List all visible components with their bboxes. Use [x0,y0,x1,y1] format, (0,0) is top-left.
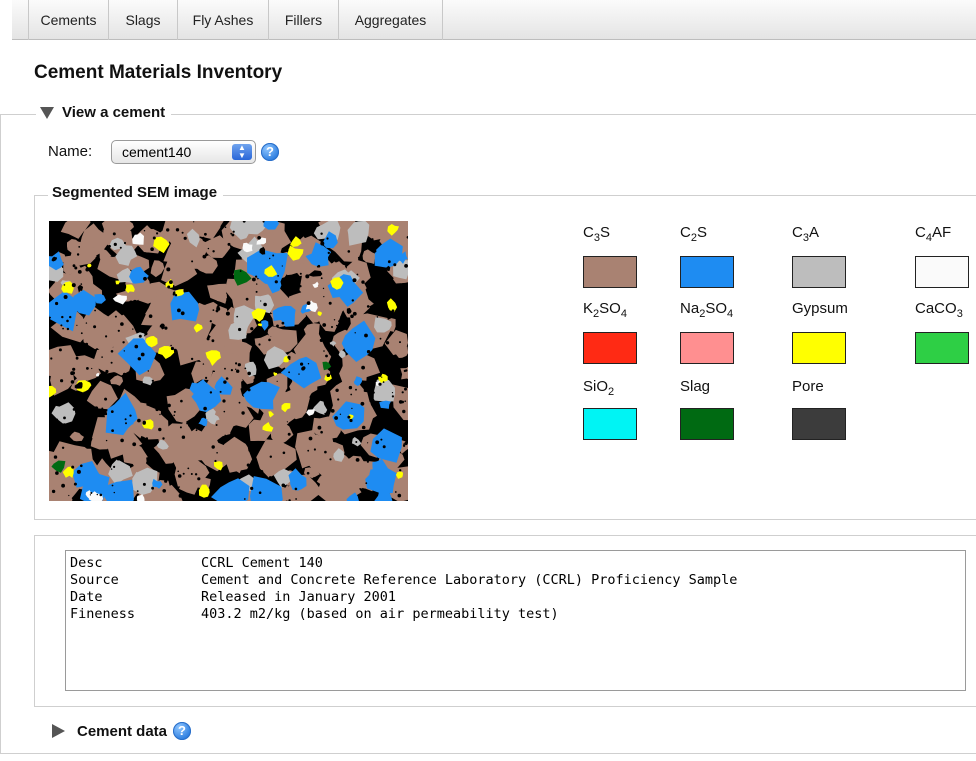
phase-label: Pore [792,378,824,395]
phase-label-part: C [583,224,594,241]
phase-label: C2S [680,224,707,244]
tab-fly-ashes[interactable]: Fly Ashes [178,0,269,40]
cement-data-help-icon[interactable]: ? [173,722,192,740]
sem-image-graphic [49,221,408,501]
desc-value: Cement and Concrete Reference Laboratory… [201,572,738,588]
desc-key: Desc [70,555,103,571]
phase-swatch [915,256,969,288]
phase-label-part: SO [705,300,727,317]
phase-swatch [792,408,846,440]
view-cement-title: View a cement [62,104,166,121]
desc-value: CCRL Cement 140 [201,555,323,571]
cement-select-value: cement140 [122,144,192,160]
phase-label: Gypsum [792,300,848,317]
help-icon[interactable]: ? [261,143,279,161]
phase-label-part: A [808,224,819,241]
phase-label-part: S [696,224,707,241]
tab-slags[interactable]: Slags [109,0,178,40]
phase-label: CaCO3 [915,300,963,320]
view-cement-legend[interactable]: View a cement [36,104,172,121]
phase-label: C3S [583,224,610,244]
phase-label-part: S [599,224,610,241]
phase-swatch [915,332,969,364]
cement-data-toggle[interactable]: Cement data ? [48,722,198,740]
tab-cements[interactable]: Cements [28,0,109,40]
desc-row: Source Cement and Concrete Reference Labo… [70,572,965,589]
phase-label-part: AF [931,224,952,241]
segmented-sem-image [49,221,408,501]
phase-label-part: Gypsum [792,300,848,317]
phase-swatch [583,408,637,440]
phase-label-part: SiO [583,378,609,395]
phase-label: C3A [792,224,819,244]
page-title: Cement Materials Inventory [34,62,283,83]
phase-label-part: C [680,224,691,241]
phase-label-part: SO [599,300,621,317]
desc-row: Date Released in January 2001 [70,589,965,606]
phase-label: Na2SO4 [680,300,734,320]
phase-label: Slag [680,378,710,395]
phase-label-part: CaCO [915,300,957,317]
desc-row: Desc CCRL Cement 140 [70,555,965,572]
phase-label-part: C [792,224,803,241]
desc-row: Fineness 403.2 m2/kg (based on air permea… [70,606,965,623]
select-arrows-icon: ▲ ▼ [232,144,252,160]
desc-key: Fineness [70,606,136,622]
tab-aggregates[interactable]: Aggregates [339,0,443,40]
phase-label-part: 4 [620,308,627,320]
phase-swatch [680,332,734,364]
phase-swatch [792,332,846,364]
phase-label: C4AF [915,224,952,244]
phase-label: SiO2 [583,378,615,398]
phase-label-part: 3 [956,308,963,320]
phase-swatch [680,408,734,440]
phase-swatch [680,256,734,288]
sem-legend: Segmented SEM image [48,184,224,201]
desc-value: Released in January 2001 [201,589,397,605]
phase-label-part: Slag [680,378,711,395]
collapse-triangle-icon[interactable] [40,106,54,119]
phase-label-part: C [915,224,926,241]
name-label: Name: [48,143,93,160]
desc-key: Date [70,589,103,605]
phase-swatch [583,256,637,288]
desc-key: Source [70,572,119,588]
phase-label-part: 2 [608,386,615,398]
phase-swatch [792,256,846,288]
tab-fillers[interactable]: Fillers [269,0,339,40]
phase-label-part: Pore [792,378,824,395]
expand-triangle-icon[interactable] [52,724,65,738]
tab-bar: Cements Slags Fly Ashes Fillers Aggregat… [12,0,976,40]
desc-value: 403.2 m2/kg (based on air permeability t… [201,606,559,622]
phase-swatch [583,332,637,364]
cement-data-title: Cement data [77,722,168,740]
phase-label-part: 4 [727,308,734,320]
phase-label-part: K [583,300,594,317]
cement-select[interactable]: cement140 ▲ ▼ [111,140,256,164]
description-box: Desc CCRL Cement 140 Source Cement and Con… [65,550,966,691]
phase-label-part: Na [680,300,700,317]
phase-label: K2SO4 [583,300,627,320]
